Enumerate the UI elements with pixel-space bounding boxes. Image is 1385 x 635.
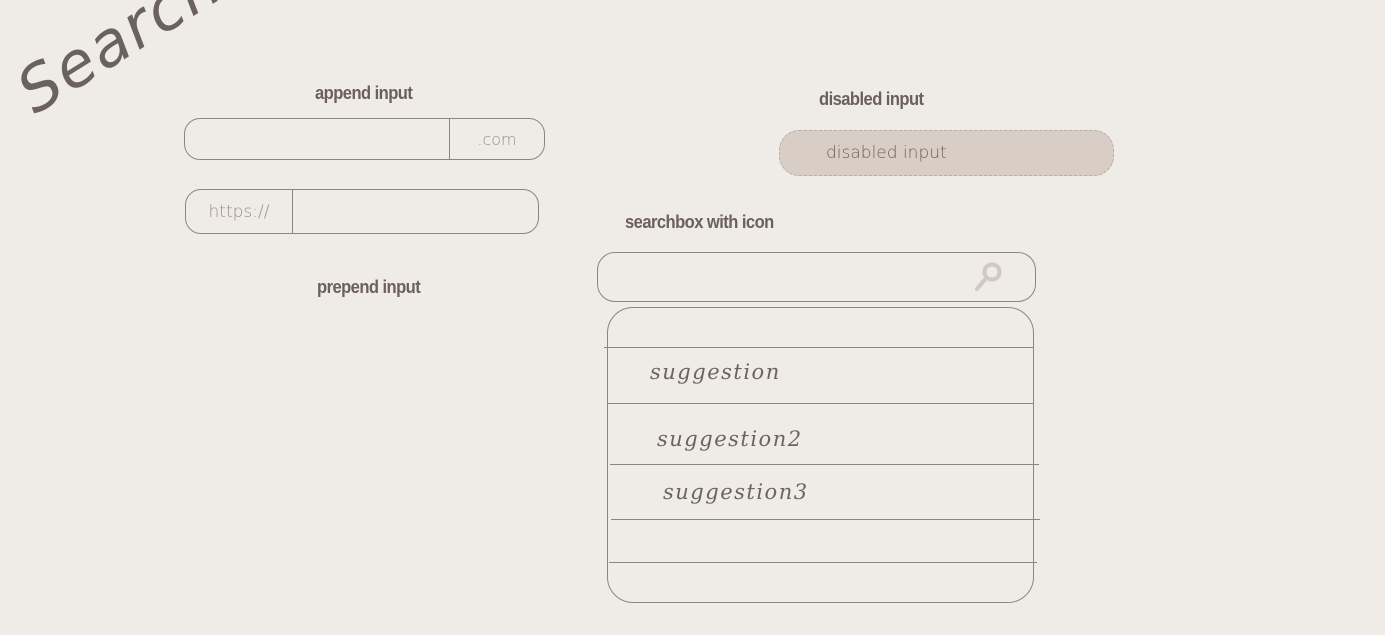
searchbox xyxy=(597,252,1036,302)
suggestion-divider xyxy=(604,347,1033,348)
suggestion-item-2[interactable]: suggestion2 xyxy=(657,427,803,451)
suggestion-item-1[interactable]: suggestion xyxy=(650,360,781,384)
searchbox-label: searchbox with icon xyxy=(625,212,774,232)
append-input-label: append input xyxy=(315,83,413,103)
search-input[interactable] xyxy=(598,253,958,301)
prepend-addon: https:// xyxy=(208,201,270,222)
suggestion-divider xyxy=(609,562,1037,563)
disabled-input-value: disabled input xyxy=(826,143,947,163)
suggestion-divider xyxy=(611,519,1040,520)
suggestion-divider xyxy=(610,464,1039,465)
suggestion-panel xyxy=(607,307,1034,603)
page-title: Searchbox xyxy=(4,0,337,128)
suggestion-item-3[interactable]: suggestion3 xyxy=(663,480,809,504)
append-input-group: .com xyxy=(184,118,545,160)
append-addon: .com xyxy=(477,129,517,149)
disabled-input-label: disabled input xyxy=(819,89,924,109)
suggestion-divider xyxy=(607,403,1034,404)
prepend-input-label: prepend input xyxy=(317,277,421,297)
page: Searchbox append input .com https:// pre… xyxy=(0,0,1385,635)
append-input-field[interactable] xyxy=(185,119,449,159)
search-icon[interactable] xyxy=(972,258,1008,294)
prepend-input-group: https:// xyxy=(185,189,539,234)
disabled-input: disabled input xyxy=(779,130,1114,176)
prepend-input-field[interactable] xyxy=(293,190,538,233)
